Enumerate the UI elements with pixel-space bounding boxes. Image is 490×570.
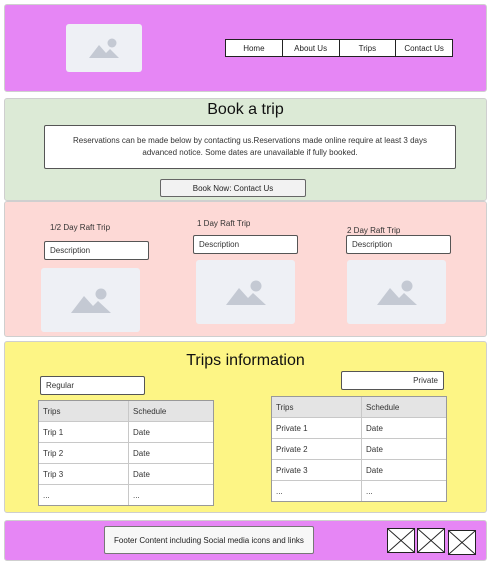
image-placeholder-icon	[225, 280, 266, 305]
footer-content: Footer Content including Social media ic…	[104, 526, 314, 554]
trips-info-title: Trips information	[186, 352, 305, 369]
reservation-notice: Reservations can be made below by contac…	[44, 125, 456, 169]
private-label-field[interactable]: Private	[341, 371, 444, 390]
table-cell: Private 2	[272, 439, 362, 459]
social-icon[interactable]	[387, 528, 415, 553]
table-header-cell: Schedule	[133, 406, 167, 416]
book-now-button[interactable]: Book Now: Contact Us	[160, 179, 306, 197]
table-row[interactable]: Trip 1 Date	[39, 421, 213, 442]
trip-description-two-day[interactable]: Description	[346, 235, 451, 254]
table-cell: Trip 1	[39, 422, 129, 442]
table-cell: Date	[133, 427, 150, 437]
main-nav: Home About Us Trips Contact Us	[225, 39, 453, 57]
regular-label-field[interactable]: Regular	[40, 376, 145, 395]
table-row[interactable]: ... ...	[39, 484, 213, 505]
private-trips-table: Trips Schedule Private 1 Date Private 2 …	[271, 396, 447, 502]
table-header-row: Trips Schedule	[39, 401, 213, 421]
table-cell: ...	[133, 490, 140, 500]
trip-description-one-day[interactable]: Description	[193, 235, 298, 254]
nav-home[interactable]: Home	[226, 40, 283, 56]
table-cell: ...	[39, 485, 129, 505]
nav-about-us[interactable]: About Us	[282, 40, 340, 56]
trip-label-half-day: 1/2 Day Raft Trip	[50, 223, 111, 232]
social-icon	[388, 529, 414, 552]
trip-image-two-day	[347, 260, 446, 324]
table-header-row: Trips Schedule	[272, 397, 446, 417]
table-cell: Private 1	[272, 418, 362, 438]
table-row[interactable]: Trip 3 Date	[39, 463, 213, 484]
table-cell: Private 3	[272, 460, 362, 480]
social-icon	[418, 529, 444, 552]
social-icon[interactable]	[448, 530, 476, 555]
social-icon	[449, 531, 475, 554]
logo[interactable]	[66, 24, 142, 72]
table-cell: Trip 2	[39, 443, 129, 463]
table-cell: Date	[366, 465, 383, 475]
table-row[interactable]: Private 3 Date	[272, 459, 446, 480]
trip-image-half-day	[41, 268, 140, 332]
image-placeholder-icon	[89, 38, 119, 58]
regular-trips-table: Trips Schedule Trip 1 Date Trip 2 Date T…	[38, 400, 214, 506]
nav-contact-us[interactable]: Contact Us	[396, 40, 452, 56]
table-header-cell: Trips	[272, 397, 362, 417]
table-row[interactable]: Private 2 Date	[272, 438, 446, 459]
trip-description-half-day[interactable]: Description	[44, 241, 149, 260]
table-cell: Date	[133, 448, 150, 458]
trip-image-one-day	[196, 260, 295, 324]
table-row[interactable]: Private 1 Date	[272, 417, 446, 438]
table-cell: Date	[366, 423, 383, 433]
table-cell: Date	[366, 444, 383, 454]
table-cell: ...	[272, 481, 362, 501]
table-cell: Date	[133, 469, 150, 479]
table-row[interactable]: Trip 2 Date	[39, 442, 213, 463]
nav-trips[interactable]: Trips	[339, 40, 397, 56]
book-title: Book a trip	[207, 101, 284, 118]
table-row[interactable]: ... ...	[272, 480, 446, 501]
social-icon[interactable]	[417, 528, 445, 553]
image-placeholder-icon	[70, 288, 111, 313]
table-header-cell: Trips	[39, 401, 129, 421]
trip-label-one-day: 1 Day Raft Trip	[197, 219, 251, 228]
image-placeholder-icon	[376, 280, 417, 305]
table-header-cell: Schedule	[366, 402, 400, 412]
trip-label-two-day: 2 Day Raft Trip	[347, 226, 401, 235]
table-cell: Trip 3	[39, 464, 129, 484]
table-cell: ...	[366, 486, 373, 496]
